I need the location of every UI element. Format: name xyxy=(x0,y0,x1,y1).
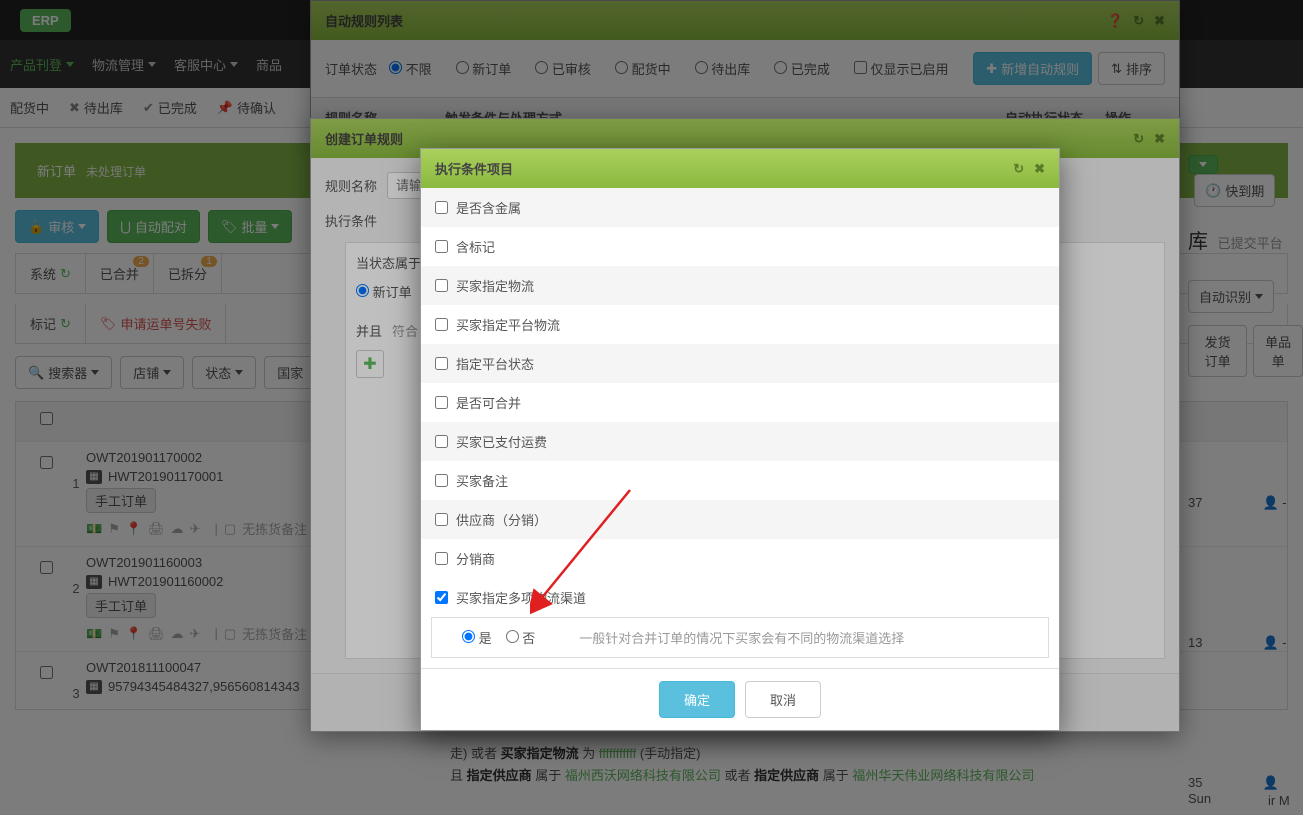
condition-items-modal: 执行条件项目 ↻ ✖ 是否含金属 含标记 买家指定物流 买家指定平台物流 指定平… xyxy=(420,148,1060,731)
condition-item-checked[interactable]: 买家指定多项物流渠道 xyxy=(421,578,1059,617)
refresh-icon[interactable]: ↻ xyxy=(1013,161,1024,177)
condition-item[interactable]: 指定平台状态 xyxy=(421,344,1059,383)
condition-item[interactable]: 是否含金属 xyxy=(421,188,1059,227)
condition-item[interactable]: 供应商（分销） xyxy=(421,500,1059,539)
modal-title: 执行条件项目 xyxy=(435,159,513,178)
condition-item[interactable]: 买家指定物流 xyxy=(421,266,1059,305)
condition-item[interactable]: 买家备注 xyxy=(421,461,1059,500)
condition-list[interactable]: 是否含金属 含标记 买家指定物流 买家指定平台物流 指定平台状态 是否可合并 买… xyxy=(421,188,1059,668)
confirm-button[interactable]: 确定 xyxy=(659,681,735,718)
condition-item[interactable]: 分销商 xyxy=(421,539,1059,578)
condition-item[interactable]: 买家指定平台物流 xyxy=(421,305,1059,344)
condition-item[interactable]: 买家已支付运费 xyxy=(421,422,1059,461)
close-icon[interactable]: ✖ xyxy=(1034,161,1045,177)
cancel-button[interactable]: 取消 xyxy=(745,681,821,718)
condition-item[interactable]: 含标记 xyxy=(421,227,1059,266)
condition-item[interactable]: 是否可合并 xyxy=(421,383,1059,422)
condition-detail: 是 否 一般针对合并订单的情况下买家会有不同的物流渠道选择 xyxy=(431,617,1049,658)
